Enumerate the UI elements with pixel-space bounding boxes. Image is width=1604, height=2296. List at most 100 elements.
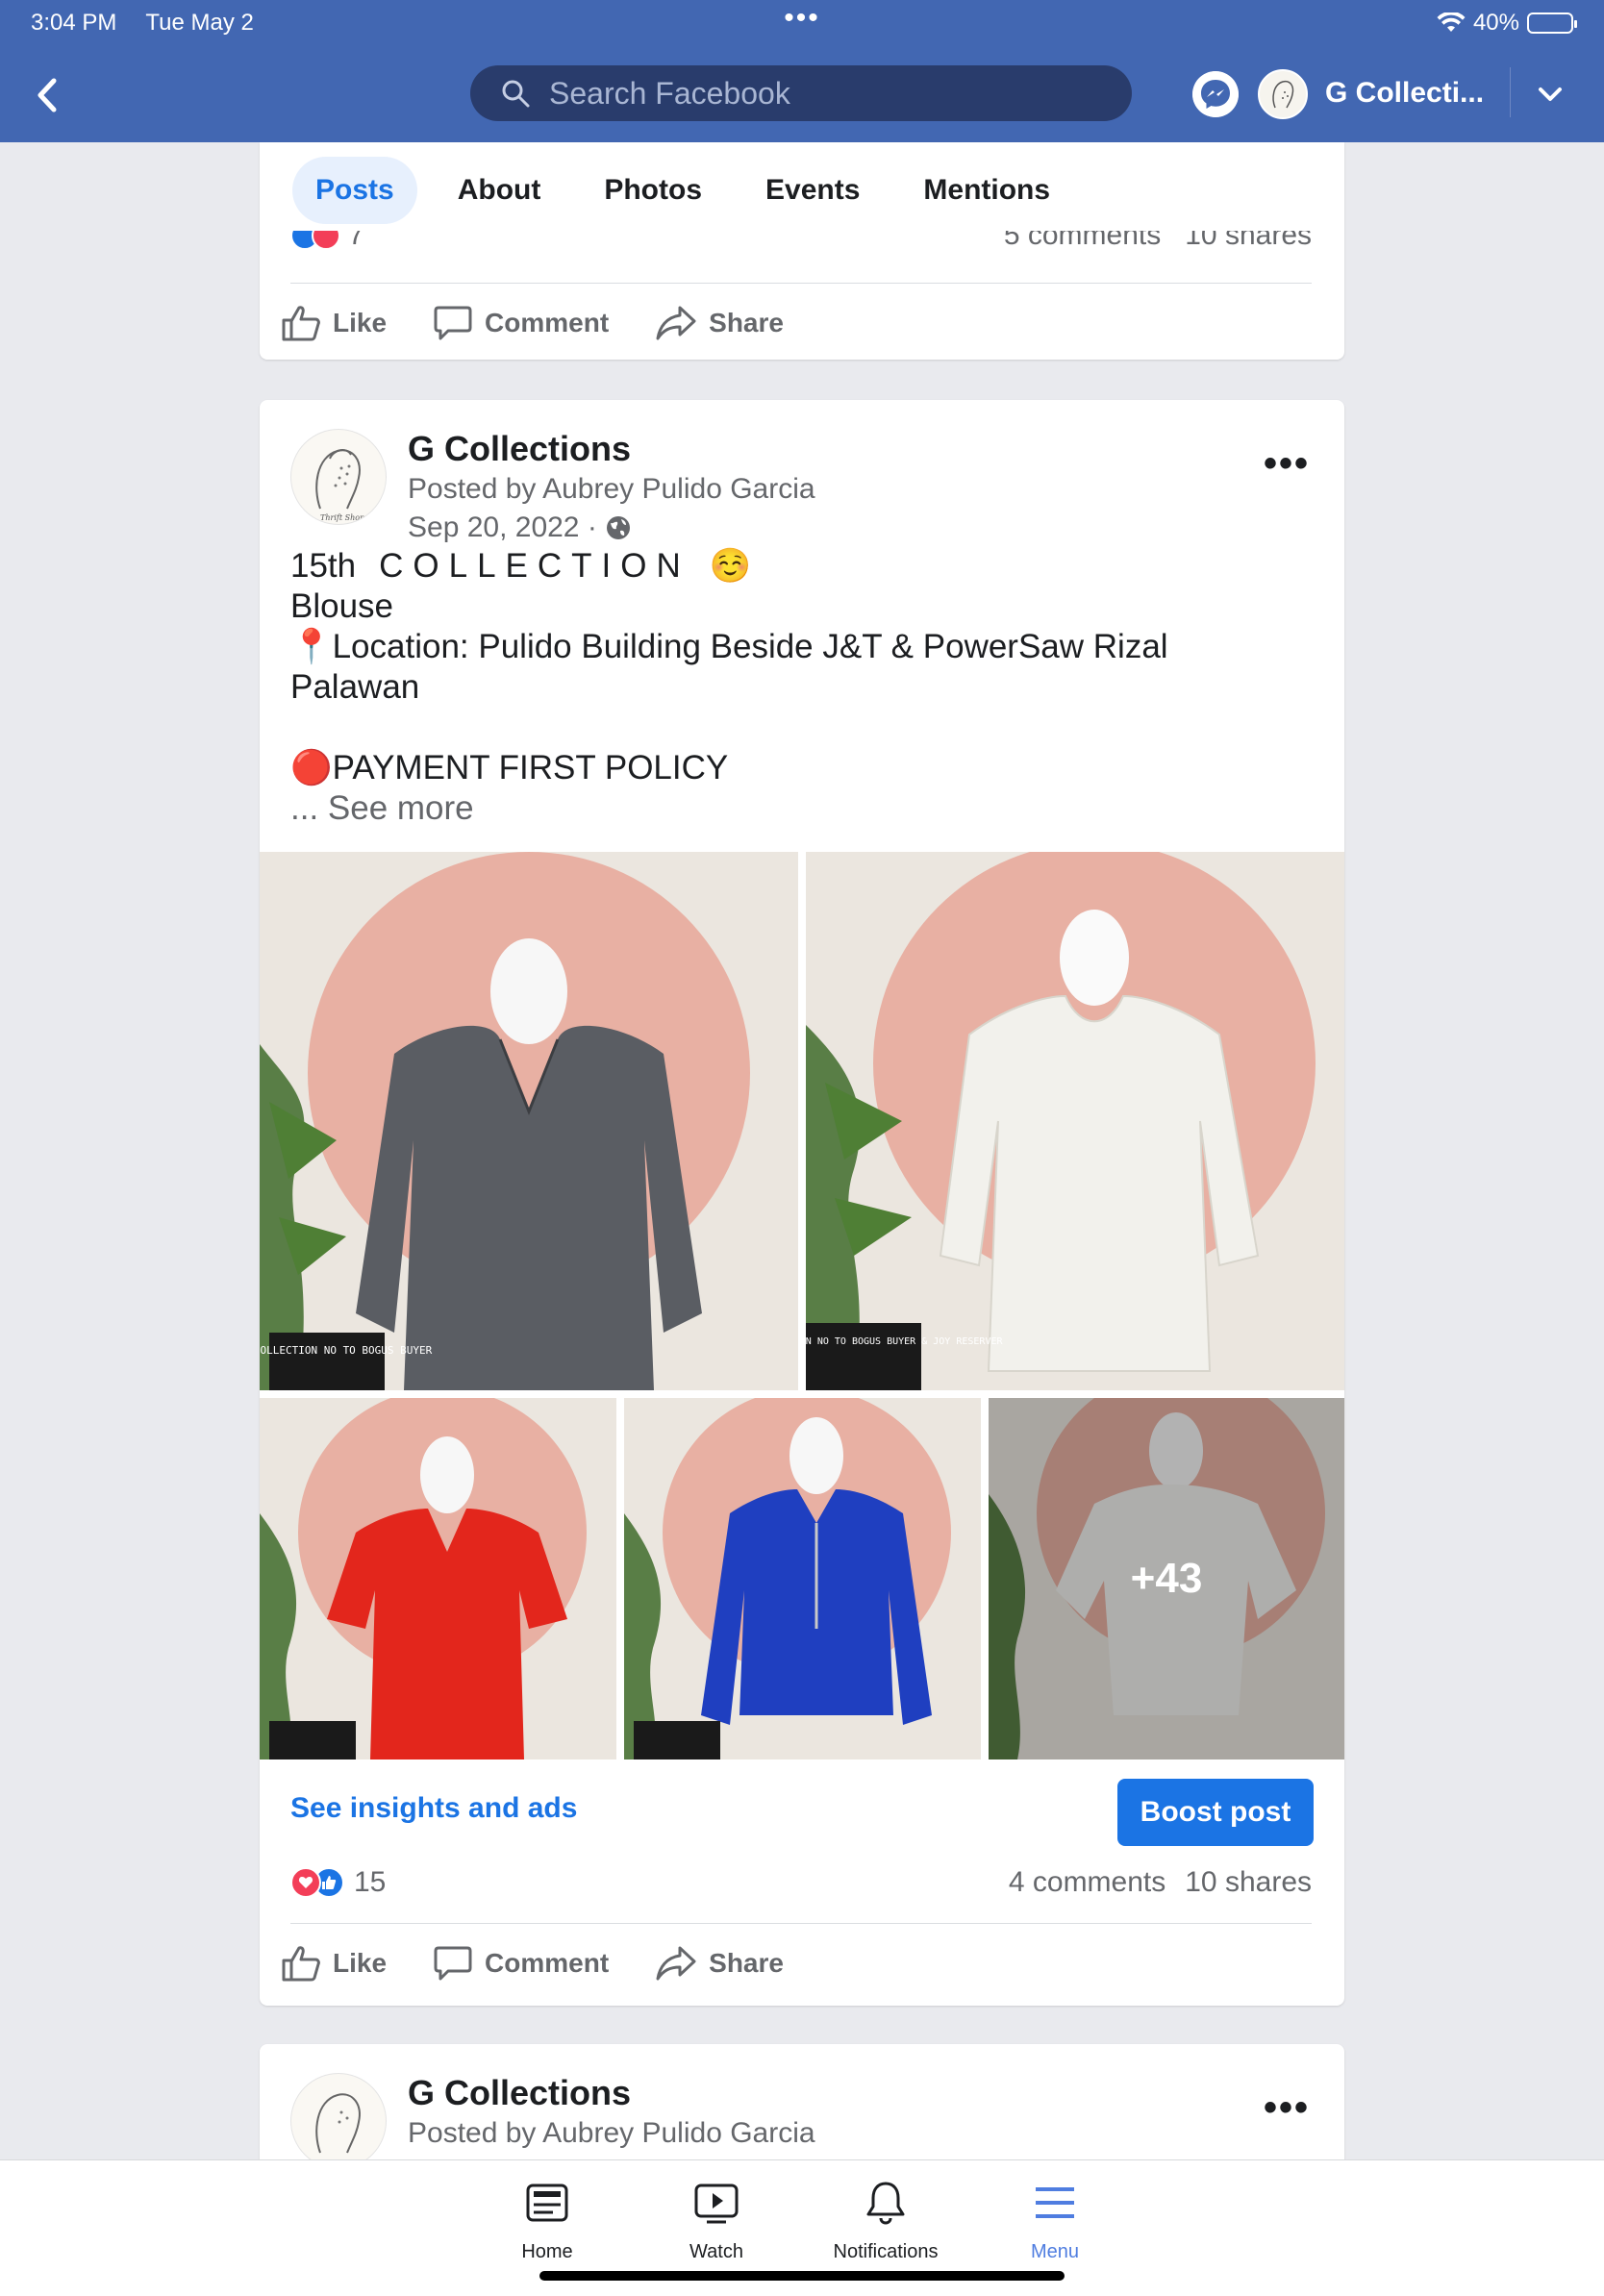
post-text-line: 🔴PAYMENT FIRST POLICY: [290, 749, 729, 786]
reaction-count[interactable]: 15: [354, 1866, 386, 1899]
share-button[interactable]: Share: [655, 1944, 784, 1983]
home-feed-icon: [526, 2184, 568, 2222]
watch-icon: [694, 2184, 739, 2224]
nav-bar: G Collecti...: [0, 62, 1604, 129]
photo-sign-text: BRYS COLLECTION NO TO BOGUS BUYER & JOY …: [806, 1336, 1003, 1347]
post-date-text[interactable]: Sep 20, 2022 ·: [408, 512, 597, 544]
tab-mentions[interactable]: Mentions: [900, 157, 1073, 224]
search-bar[interactable]: [470, 65, 1132, 121]
post-text-line: 📍Location: Pulido Building Beside J&T & …: [290, 628, 1168, 706]
photo-grid: BRYS COLLECTION NO TO BOGUS BUYER BRYS C…: [260, 852, 1344, 1759]
multitask-dots-icon[interactable]: •••: [784, 2, 820, 35]
menu-icon: [1036, 2187, 1074, 2218]
post-text-line: Blouse: [290, 587, 394, 625]
post-actions: Like Comment Share: [281, 1934, 830, 1992]
comment-button[interactable]: Comment: [433, 304, 609, 342]
post-text: 15th COLLECTION ☺️ Blouse 📍Location: Puli…: [290, 546, 1291, 829]
search-input[interactable]: [549, 75, 1088, 112]
search-icon: [502, 80, 530, 108]
tab-events[interactable]: Events: [742, 157, 883, 224]
next-post-card: G Collections Posted by Aubrey Pulido Ga…: [260, 2044, 1344, 2169]
nav-divider: [1510, 67, 1511, 117]
see-more-link[interactable]: ... See more: [290, 788, 1291, 829]
tab-notifications-label: Notifications: [833, 2241, 939, 2262]
tab-about[interactable]: About: [435, 157, 564, 224]
tab-photos[interactable]: Photos: [581, 157, 725, 224]
page-logo-icon: [1272, 80, 1294, 109]
tab-watch-label: Watch: [689, 2241, 743, 2262]
post-more-options-icon[interactable]: •••: [1264, 442, 1310, 486]
tab-notifications[interactable]: Notifications: [799, 2180, 972, 2263]
status-time: 3:04 PM: [31, 10, 117, 36]
thumbs-up-icon: [282, 306, 320, 341]
divider: [290, 1923, 1312, 1924]
see-insights-link[interactable]: See insights and ads: [290, 1792, 577, 1825]
more-photos-count[interactable]: +43: [989, 1398, 1344, 1759]
divider: [290, 283, 1312, 284]
boost-post-button[interactable]: Boost post: [1117, 1779, 1314, 1846]
posted-by[interactable]: Posted by Aubrey Pulido Garcia: [408, 473, 815, 506]
post-date[interactable]: Sep 20, 2022 ·: [408, 512, 632, 544]
messenger-icon[interactable]: [1192, 71, 1239, 117]
previous-comments[interactable]: 5 comments: [1004, 231, 1161, 251]
previous-shares[interactable]: 10 shares: [1185, 231, 1312, 251]
wifi-icon: [1437, 12, 1466, 32]
photo-white-blouse[interactable]: BRYS COLLECTION NO TO BOGUS BUYER & JOY …: [806, 852, 1344, 1390]
post-page-name[interactable]: G Collections: [408, 429, 631, 469]
battery-icon: [1527, 12, 1577, 34]
love-reaction-icon: [290, 1867, 321, 1898]
back-chevron-icon[interactable]: [29, 71, 67, 119]
like-button[interactable]: Like: [281, 1944, 387, 1983]
page-logo-icon: [315, 2093, 361, 2154]
page-logo-icon: Thrift Shop: [315, 449, 364, 522]
previous-reaction-count: 7: [348, 231, 364, 251]
next-posted-by[interactable]: Posted by Aubrey Pulido Garcia: [408, 2117, 815, 2150]
previous-post-actions: Like Comment Share: [281, 294, 830, 352]
svg-text:Thrift Shop: Thrift Shop: [320, 513, 364, 522]
tab-posts[interactable]: Posts: [292, 157, 417, 224]
previous-post-stats: 7 5 comments 10 shares: [290, 231, 1312, 262]
share-icon: [656, 306, 696, 340]
comment-icon: [434, 1946, 472, 1981]
post-avatar[interactable]: [290, 2073, 387, 2169]
previous-post-reactions: 7: [290, 231, 364, 258]
status-bar: 3:04 PM Tue May 2 ••• 40%: [31, 2, 1577, 38]
tab-menu-label: Menu: [1030, 2241, 1080, 2262]
post-header: Thrift Shop G Collections Posted by Aubr…: [290, 429, 1310, 543]
top-bar: 3:04 PM Tue May 2 ••• 40% Search Faceboo…: [0, 0, 1604, 142]
previous-post-card: 7 5 comments 10 shares Posts About Photos E…: [260, 142, 1344, 360]
next-post-page-name[interactable]: G Collections: [408, 2073, 631, 2113]
thumbs-up-icon: [282, 1946, 320, 1982]
comment-icon: [434, 306, 472, 340]
bell-icon: [866, 2182, 905, 2225]
tab-menu[interactable]: Menu: [968, 2180, 1141, 2263]
globe-icon: [606, 516, 630, 539]
status-date: Tue May 2: [145, 10, 254, 36]
post-card: Thrift Shop G Collections Posted by Aubr…: [260, 400, 1344, 2006]
tab-home-label: Home: [521, 2241, 573, 2262]
photo-red-blouse[interactable]: [260, 1398, 616, 1759]
like-button[interactable]: Like: [281, 304, 387, 342]
post-text-line: 15th: [290, 547, 357, 585]
share-icon: [656, 1946, 696, 1981]
share-button[interactable]: Share: [655, 304, 784, 342]
photo-gray-blouse[interactable]: BRYS COLLECTION NO TO BOGUS BUYER: [260, 852, 798, 1390]
photo-blue-blouse[interactable]: [624, 1398, 981, 1759]
post-stats: 15 4 comments 10 shares: [290, 1863, 1312, 1902]
tab-home[interactable]: Home: [461, 2180, 634, 2263]
battery-percent: 40%: [1472, 10, 1519, 36]
photo-sign-text: BRYS COLLECTION NO TO BOGUS BUYER: [260, 1344, 433, 1357]
home-indicator[interactable]: [539, 2271, 1065, 2281]
page-avatar[interactable]: [1258, 69, 1308, 119]
comments-count[interactable]: 4 comments: [1009, 1866, 1165, 1899]
page-switcher-name[interactable]: G Collecti...: [1325, 77, 1484, 110]
chevron-down-icon[interactable]: [1535, 79, 1566, 110]
reactions-icons[interactable]: [290, 1867, 344, 1898]
photo-more[interactable]: +43: [989, 1398, 1344, 1759]
tab-watch[interactable]: Watch: [630, 2180, 803, 2263]
shares-count[interactable]: 10 shares: [1185, 1866, 1312, 1899]
post-more-options-icon[interactable]: •••: [1264, 2086, 1310, 2130]
page-tabs: Posts About Photos Events Mentions: [260, 156, 1344, 225]
post-avatar[interactable]: Thrift Shop: [290, 429, 387, 525]
comment-button[interactable]: Comment: [433, 1944, 609, 1983]
